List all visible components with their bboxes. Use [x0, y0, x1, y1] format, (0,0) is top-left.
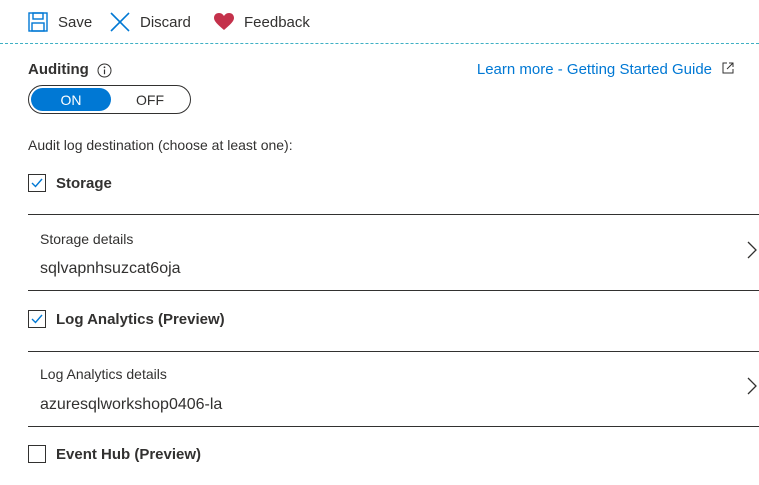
feedback-button[interactable]: Feedback — [214, 9, 310, 35]
save-label: Save — [58, 13, 93, 31]
event-hub-checkbox[interactable] — [28, 445, 46, 463]
divider — [28, 426, 759, 427]
log-analytics-details-row[interactable]: Log Analytics details azuresqlworkshop04… — [28, 352, 759, 426]
log-analytics-details-value: azuresqlworkshop0406-la — [40, 396, 223, 413]
save-icon — [28, 12, 48, 32]
storage-label: Storage — [56, 174, 112, 192]
toggle-on-option[interactable]: ON — [31, 88, 111, 111]
log-analytics-checkbox[interactable] — [28, 310, 46, 328]
checkmark-icon — [31, 314, 43, 324]
toolbar-divider — [0, 43, 759, 44]
event-hub-checkbox-row[interactable]: Event Hub (Preview) — [28, 445, 201, 463]
auditing-toggle[interactable]: ON OFF — [28, 85, 191, 114]
feedback-label: Feedback — [244, 13, 310, 31]
chevron-right-icon — [747, 377, 757, 400]
storage-checkbox[interactable] — [28, 174, 46, 192]
divider — [28, 290, 759, 291]
heart-icon — [214, 13, 234, 31]
learn-more-label: Learn more - Getting Started Guide — [476, 61, 712, 78]
storage-checkbox-row[interactable]: Storage — [28, 174, 112, 192]
log-analytics-checkbox-row[interactable]: Log Analytics (Preview) — [28, 310, 225, 328]
storage-details-title: Storage details — [40, 231, 134, 247]
log-analytics-details-title: Log Analytics details — [40, 366, 167, 382]
auditing-label: Auditing — [28, 61, 89, 78]
info-icon[interactable] — [97, 63, 112, 83]
save-button[interactable]: Save — [28, 9, 92, 35]
close-icon — [110, 12, 130, 32]
event-hub-label: Event Hub (Preview) — [56, 445, 202, 463]
discard-label: Discard — [140, 13, 191, 31]
log-analytics-label: Log Analytics (Preview) — [56, 310, 225, 328]
destination-label: Audit log destination (choose at least o… — [28, 137, 293, 153]
toggle-off-option[interactable]: OFF — [111, 88, 189, 111]
checkmark-icon — [31, 178, 43, 188]
external-link-icon — [722, 61, 734, 78]
storage-details-value: sqlvapnhsuzcat6oja — [40, 260, 181, 277]
learn-more-link[interactable]: Learn more - Getting Started Guide — [477, 61, 734, 78]
discard-button[interactable]: Discard — [110, 9, 191, 35]
chevron-right-icon — [747, 241, 757, 264]
storage-details-row[interactable]: Storage details sqlvapnhsuzcat6oja — [28, 215, 759, 290]
